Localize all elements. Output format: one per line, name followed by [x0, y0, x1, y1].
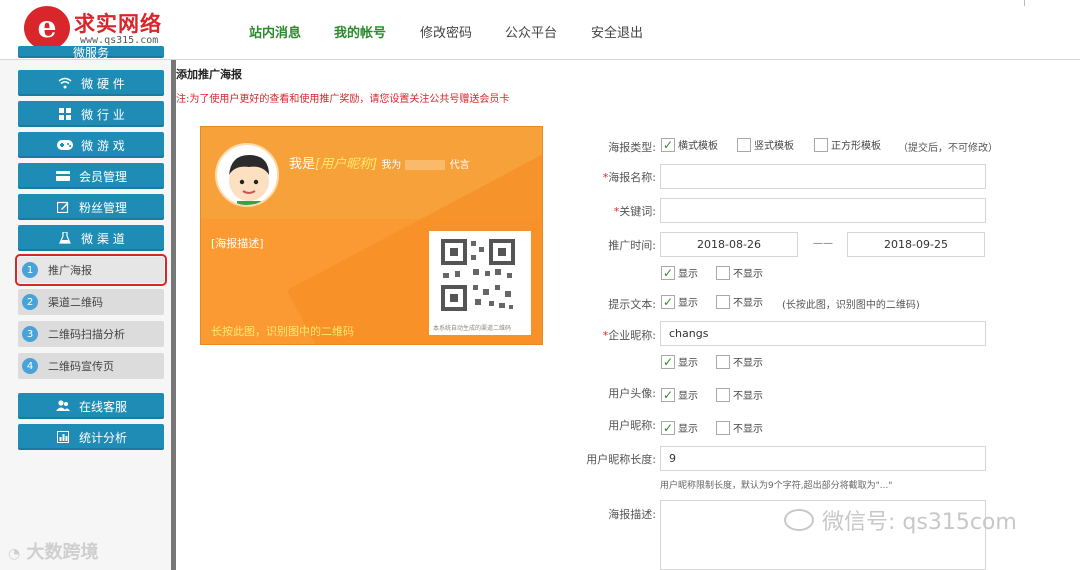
check-icon: ✓ [661, 387, 675, 402]
sidebar-subitem-label: 二维码扫描分析 [48, 328, 125, 341]
sidebar-item-label: 在线客服 [78, 399, 127, 414]
poster-preview: 我是[用户昵称] 我为 代言 [海报描述] 长按此图，识别图中的二维码 本系统自… [200, 126, 543, 345]
nickname-hide-checkbox[interactable]: 不显示 [716, 420, 763, 435]
poster-name-label: *海报名称: [602, 171, 656, 184]
scrollbar-edge [1024, 0, 1032, 6]
sidebar-item-member-management[interactable]: 会员管理 [18, 163, 164, 189]
notice-text: 注:为了使用户更好的查看和使用推广奖励，请您设置关注公共号赠送会员卡 [176, 94, 510, 105]
avatar-show-checkbox[interactable]: ✓ 显示 [661, 387, 698, 402]
sidebar-item-label: 统计分析 [78, 430, 127, 445]
user-nickname-label: 用户昵称: [608, 419, 656, 432]
sidebar-item-label: 会员管理 [78, 169, 127, 184]
poster-type-label: 海报类型: [608, 141, 656, 154]
qr-caption: 本系统自动生成的渠道二维码 [433, 325, 512, 332]
company-show-checkbox[interactable]: ✓ 显示 [661, 354, 698, 369]
user-avatar-label: 用户头像: [608, 387, 656, 400]
poster-type-landscape[interactable]: ✓ 横式模板 [661, 137, 718, 152]
bar-chart-icon [55, 430, 71, 444]
sidebar-subitem-promo-poster[interactable]: 1 推广海报 [15, 254, 167, 286]
nav-site-messages[interactable]: 站内消息 [249, 22, 301, 41]
grid-icon [57, 107, 73, 121]
check-icon: ✓ [661, 354, 675, 369]
sidebar-item-partial[interactable]: 微服务 [18, 46, 164, 58]
check-icon: ✓ [661, 294, 675, 309]
main-content: 添加推广海报 注:为了使用户更好的查看和使用推广奖励，请您设置关注公共号赠送会员… [176, 60, 1080, 570]
company-nickname-input[interactable]: changs [660, 321, 986, 346]
check-icon: ✓ [661, 265, 675, 280]
poster-type-portrait[interactable]: 竖式模板 [737, 137, 794, 152]
wifi-icon [57, 76, 73, 90]
nav-public-platform[interactable]: 公众平台 [505, 22, 557, 41]
tip-text-label: 提示文本: [608, 298, 656, 311]
logo-name: 求实网络 [74, 12, 162, 36]
weibo-icon: ◔ [8, 546, 21, 562]
poster-type-square[interactable]: 正方形模板 [814, 137, 881, 152]
end-date-input[interactable]: 2018-09-25 [847, 232, 985, 257]
sidebar-item-statistics[interactable]: 统计分析 [18, 424, 164, 450]
logo-url: www.qs315.com [80, 35, 159, 46]
qr-code-icon: 本系统自动生成的渠道二维码 [429, 231, 531, 335]
poster-type-note: （提交后，不可修改） [898, 143, 998, 154]
sidebar-item-micro-game[interactable]: 微 游 戏 [18, 132, 164, 158]
sidebar-item-micro-hardware[interactable]: 微 硬 件 [18, 70, 164, 96]
edit-icon [55, 200, 71, 214]
date-separator: —— [813, 238, 833, 249]
sidebar-subitem-label: 二维码宣传页 [48, 360, 114, 373]
gamepad-icon [57, 138, 74, 152]
logo-icon[interactable]: e [24, 6, 70, 50]
nickname-show-checkbox[interactable]: ✓ 显示 [661, 420, 698, 435]
company-nickname-label: *企业昵称: [602, 329, 656, 342]
sidebar-item-label: 粉丝管理 [78, 200, 127, 215]
sidebar-subitem-qr-scan-analysis[interactable]: 3 二维码扫描分析 [18, 321, 164, 347]
sidebar-item-label: 微 游 戏 [81, 138, 125, 153]
sidebar: 微服务 微 硬 件 微 行 业 微 游 戏 会员管理 粉丝管理 微 渠 道 1 … [0, 46, 176, 570]
wechat-watermark: 微信号: qs315com [784, 504, 1017, 536]
avatar-icon [215, 143, 279, 207]
sidebar-subitem-label: 渠道二维码 [48, 296, 103, 309]
sidebar-item-label: 微 行 业 [81, 107, 125, 122]
tip-text-note: (长按此图，识别图中的二维码) [782, 300, 920, 311]
time-hide-checkbox[interactable]: 不显示 [716, 265, 763, 280]
wechat-icon [784, 509, 814, 531]
nav-my-account[interactable]: 我的帐号 [334, 22, 386, 41]
sidebar-subitem-label: 推广海报 [48, 264, 92, 277]
sidebar-item-label: 微 硬 件 [81, 76, 125, 91]
poster-desc-label: 海报描述: [608, 508, 656, 521]
nickname-length-label: 用户昵称长度: [586, 453, 656, 466]
sidebar-item-micro-industry[interactable]: 微 行 业 [18, 101, 164, 127]
card-icon [55, 169, 71, 183]
sidebar-subitem-qr-promo-page[interactable]: 4 二维码宣传页 [18, 353, 164, 379]
tip-show-checkbox[interactable]: ✓ 显示 [661, 294, 698, 309]
flask-icon [57, 231, 73, 245]
check-icon: ✓ [661, 420, 675, 435]
start-date-input[interactable]: 2018-08-26 [660, 232, 798, 257]
sidebar-subitem-channel-qr[interactable]: 2 渠道二维码 [18, 289, 164, 315]
nav-change-password[interactable]: 修改密码 [420, 22, 472, 41]
keyword-label: *关键词: [613, 205, 656, 218]
poster-longpress-text: 长按此图，识别图中的二维码 [211, 325, 354, 338]
time-show-checkbox[interactable]: ✓ 显示 [661, 265, 698, 280]
users-icon [55, 399, 71, 413]
page-title: 添加推广海报 [176, 68, 242, 81]
keyword-input[interactable] [660, 198, 986, 223]
check-icon: ✓ [661, 137, 675, 152]
watermark-dashu: ◔ 大数跨境 [8, 542, 99, 563]
avatar-hide-checkbox[interactable]: 不显示 [716, 387, 763, 402]
blurred-text [405, 159, 446, 170]
sidebar-item-online-service[interactable]: 在线客服 [18, 393, 164, 419]
sidebar-item-micro-channel[interactable]: 微 渠 道 [18, 225, 164, 251]
tip-hide-checkbox[interactable]: 不显示 [716, 294, 763, 309]
sidebar-item-label: 微 渠 道 [81, 231, 125, 246]
sidebar-item-fans-management[interactable]: 粉丝管理 [18, 194, 164, 220]
company-hide-checkbox[interactable]: 不显示 [716, 354, 763, 369]
nickname-length-input[interactable]: 9 [660, 446, 986, 471]
poster-greeting: 我是[用户昵称] 我为 代言 [289, 157, 470, 172]
nickname-length-hint: 用户昵称限制长度，默认为9个字符,超出部分将截取为"..." [660, 481, 893, 491]
poster-description: [海报描述] [211, 237, 264, 250]
poster-name-input[interactable] [660, 164, 986, 189]
promo-time-label: 推广时间: [608, 239, 656, 252]
nav-logout[interactable]: 安全退出 [591, 22, 643, 41]
